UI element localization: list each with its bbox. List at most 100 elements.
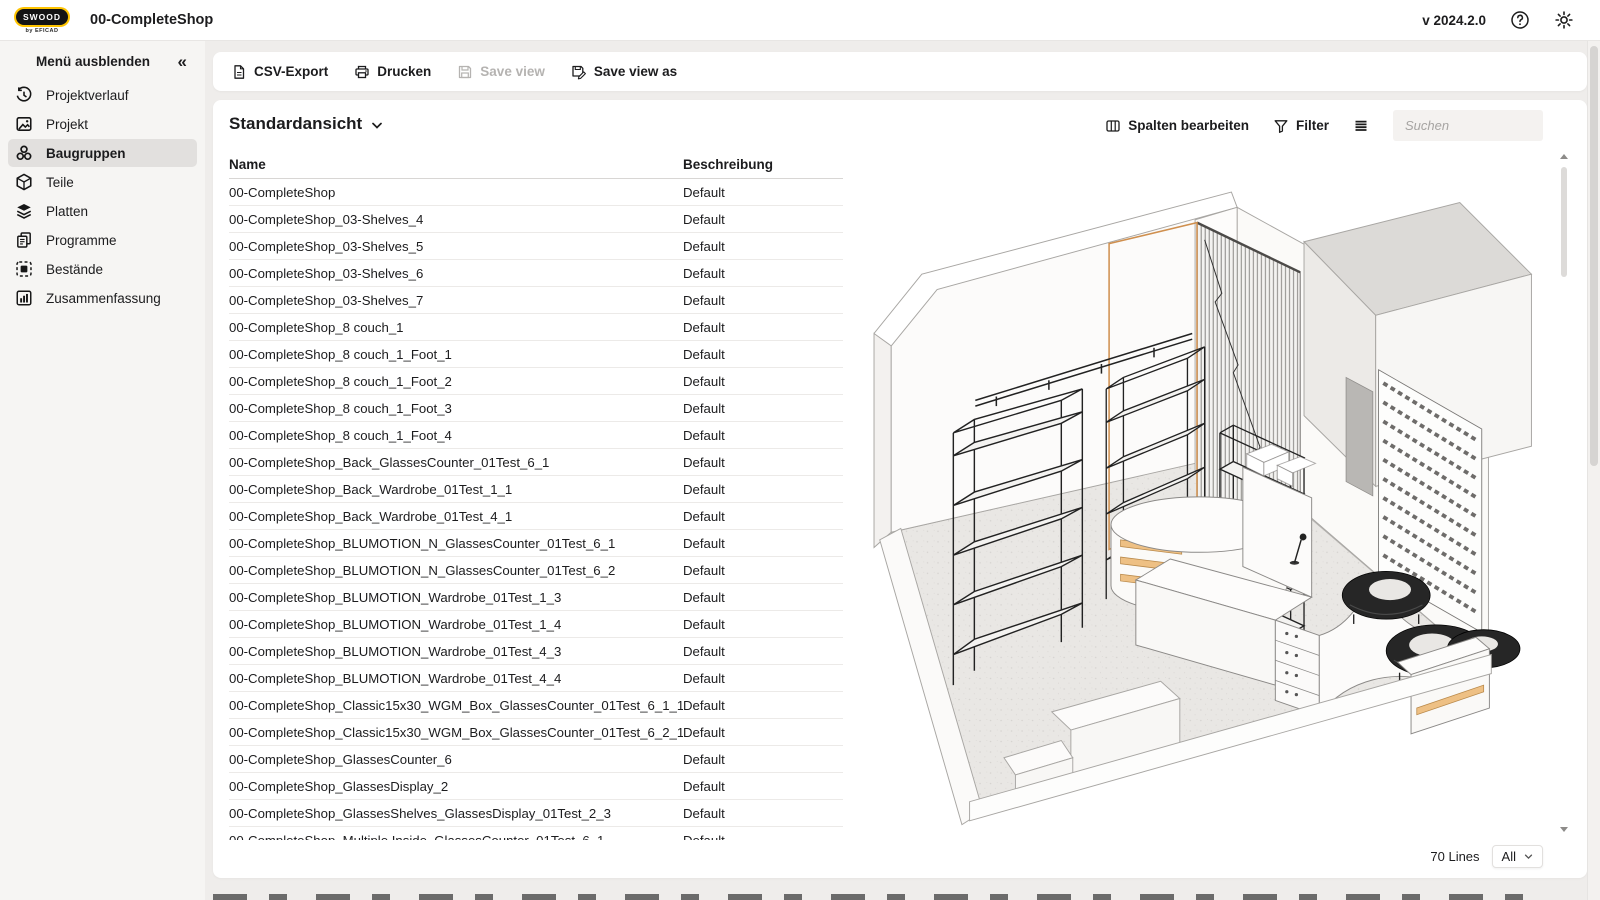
csv-file-icon bbox=[231, 64, 247, 80]
table-row[interactable]: 00-CompleteShop_Classic15x30_WGM_Box_Gla… bbox=[229, 692, 843, 719]
row-description: Default bbox=[683, 725, 725, 740]
sidebar-item-projektverlauf[interactable]: Projektverlauf bbox=[8, 81, 197, 109]
printer-icon bbox=[354, 64, 370, 80]
column-header-name: Name bbox=[229, 157, 683, 172]
row-description: Default bbox=[683, 401, 725, 416]
collapse-sidebar-icon[interactable]: « bbox=[178, 53, 191, 70]
table-row[interactable]: 00-CompleteShop_Back_Wardrobe_01Test_1_1… bbox=[229, 476, 843, 503]
filter-button[interactable]: Filter bbox=[1273, 118, 1329, 134]
shop-3d-viewport[interactable] bbox=[853, 150, 1541, 838]
sidebar-item-baugruppen[interactable]: Baugruppen bbox=[8, 139, 197, 167]
save-as-icon bbox=[571, 64, 587, 80]
save-view-button[interactable]: Save view bbox=[457, 64, 545, 80]
table-row[interactable]: 00-CompleteShop_03-Shelves_4Default bbox=[229, 206, 843, 233]
columns-icon bbox=[1105, 118, 1121, 134]
table-row[interactable]: 00-CompleteShop_BLUMOTION_N_GlassesCount… bbox=[229, 530, 843, 557]
toolbar-button-label: Drucken bbox=[377, 64, 431, 79]
row-name: 00-CompleteShop_8 couch_1 bbox=[229, 320, 683, 335]
page-size-value: All bbox=[1502, 849, 1516, 864]
page-scrollbar-thumb[interactable] bbox=[1590, 46, 1598, 466]
table-row[interactable]: 00-CompleteShop_03-Shelves_7Default bbox=[229, 287, 843, 314]
page-scrollbar[interactable] bbox=[1587, 41, 1600, 900]
shop-3d-drawing bbox=[853, 150, 1541, 838]
table-row[interactable]: 00-CompleteShop_Back_Wardrobe_01Test_4_1… bbox=[229, 503, 843, 530]
save-view-as-button[interactable]: Save view as bbox=[571, 64, 677, 80]
layers-icon bbox=[15, 202, 33, 220]
swood-logo: SWOOD by EFICAD bbox=[14, 7, 70, 34]
row-description: Default bbox=[683, 590, 725, 605]
table-row[interactable]: 00-CompleteShopDefault bbox=[229, 179, 843, 206]
row-description: Default bbox=[683, 455, 725, 470]
sidebar-item-projekt[interactable]: Projekt bbox=[8, 110, 197, 138]
table-row[interactable]: 00-CompleteShop_8 couch_1_Foot_2Default bbox=[229, 368, 843, 395]
row-name: 00-CompleteShop_BLUMOTION_Wardrobe_01Tes… bbox=[229, 671, 683, 686]
table-row[interactable]: 00-CompleteShop_03-Shelves_6Default bbox=[229, 260, 843, 287]
row-description: Default bbox=[683, 698, 725, 713]
chevron-down-icon bbox=[1524, 854, 1533, 860]
filter-icon bbox=[1273, 118, 1289, 134]
table-row[interactable]: 00-CompleteShop_Multiple Inside_GlassesC… bbox=[229, 827, 843, 840]
row-name: 00-CompleteShop_8 couch_1_Foot_1 bbox=[229, 347, 683, 362]
help-icon[interactable] bbox=[1510, 10, 1530, 30]
search-input[interactable] bbox=[1393, 110, 1543, 141]
row-name: 00-CompleteShop_BLUMOTION_N_GlassesCount… bbox=[229, 536, 683, 551]
row-name: 00-CompleteShop_03-Shelves_4 bbox=[229, 212, 683, 227]
table-row[interactable]: 00-CompleteShop_BLUMOTION_Wardrobe_01Tes… bbox=[229, 638, 843, 665]
assemblies-table: Name Beschreibung 00-CompleteShopDefault… bbox=[229, 150, 843, 840]
row-description: Default bbox=[683, 320, 725, 335]
sidebar-item-label: Projektverlauf bbox=[46, 88, 129, 103]
toolbar-button-label: Save view as bbox=[594, 64, 677, 79]
table-row[interactable]: 00-CompleteShop_8 couch_1_Foot_4Default bbox=[229, 422, 843, 449]
lines-count-label: 70 Lines bbox=[1430, 849, 1479, 864]
view-name: Standardansicht bbox=[229, 114, 362, 134]
row-name: 00-CompleteShop_Back_Wardrobe_01Test_4_1 bbox=[229, 509, 683, 524]
table-row[interactable]: 00-CompleteShop_8 couch_1Default bbox=[229, 314, 843, 341]
row-name: 00-CompleteShop_GlassesShelves_GlassesDi… bbox=[229, 806, 683, 821]
sidebar-item-label: Bestände bbox=[46, 262, 103, 277]
sidebar-item-best-nde[interactable]: Bestände bbox=[8, 255, 197, 283]
table-row[interactable]: 00-CompleteShop_BLUMOTION_Wardrobe_01Tes… bbox=[229, 611, 843, 638]
sidebar-item-platten[interactable]: Platten bbox=[8, 197, 197, 225]
assemblies-panel: Standardansicht Spalten bearbeiten Filte… bbox=[213, 100, 1587, 878]
table-row[interactable]: 00-CompleteShop_BLUMOTION_Wardrobe_01Tes… bbox=[229, 665, 843, 692]
logo-subtext: by EFICAD bbox=[14, 28, 70, 34]
table-row[interactable]: 00-CompleteShop_03-Shelves_5Default bbox=[229, 233, 843, 260]
edit-columns-button[interactable]: Spalten bearbeiten bbox=[1105, 118, 1249, 134]
scrollbar-thumb[interactable] bbox=[1561, 167, 1567, 277]
table-row[interactable]: 00-CompleteShop_8 couch_1_Foot_1Default bbox=[229, 341, 843, 368]
row-name: 00-CompleteShop_GlassesDisplay_2 bbox=[229, 779, 683, 794]
table-row[interactable]: 00-CompleteShop_GlassesDisplay_2Default bbox=[229, 773, 843, 800]
save-icon bbox=[457, 64, 473, 80]
table-row[interactable]: 00-CompleteShop_BLUMOTION_Wardrobe_01Tes… bbox=[229, 584, 843, 611]
view-selector[interactable]: Standardansicht bbox=[229, 114, 383, 134]
summary-chart-icon bbox=[15, 289, 33, 307]
menu-collapse-label: Menü ausblenden bbox=[36, 54, 150, 69]
page-size-select[interactable]: All bbox=[1492, 845, 1543, 868]
scroll-down-arrow-icon[interactable] bbox=[1560, 827, 1568, 832]
row-name: 00-CompleteShop_Classic15x30_WGM_Box_Gla… bbox=[229, 698, 683, 713]
row-name: 00-CompleteShop_03-Shelves_7 bbox=[229, 293, 683, 308]
row-name: 00-CompleteShop_8 couch_1_Foot_4 bbox=[229, 428, 683, 443]
row-density-button[interactable] bbox=[1353, 118, 1369, 134]
table-row[interactable]: 00-CompleteShop_GlassesCounter_6Default bbox=[229, 746, 843, 773]
sidebar-item-zusammenfassung[interactable]: Zusammenfassung bbox=[8, 284, 197, 312]
filter-label: Filter bbox=[1296, 118, 1329, 133]
row-description: Default bbox=[683, 482, 725, 497]
gear-icon[interactable] bbox=[1554, 10, 1574, 30]
row-name: 00-CompleteShop_BLUMOTION_Wardrobe_01Tes… bbox=[229, 644, 683, 659]
row-description: Default bbox=[683, 185, 725, 200]
table-row[interactable]: 00-CompleteShop_8 couch_1_Foot_3Default bbox=[229, 395, 843, 422]
scroll-up-arrow-icon[interactable] bbox=[1560, 154, 1568, 159]
sidebar-item-programme[interactable]: Programme bbox=[8, 226, 197, 254]
row-description: Default bbox=[683, 617, 725, 632]
table-row[interactable]: 00-CompleteShop_Back_GlassesCounter_01Te… bbox=[229, 449, 843, 476]
table-row[interactable]: 00-CompleteShop_Classic15x30_WGM_Box_Gla… bbox=[229, 719, 843, 746]
table-row[interactable]: 00-CompleteShop_GlassesShelves_GlassesDi… bbox=[229, 800, 843, 827]
drucken-button[interactable]: Drucken bbox=[354, 64, 431, 80]
row-name: 00-CompleteShop_BLUMOTION_N_GlassesCount… bbox=[229, 563, 683, 578]
table-scrollbar[interactable] bbox=[1559, 154, 1569, 832]
sidebar-item-teile[interactable]: Teile bbox=[8, 168, 197, 196]
table-row[interactable]: 00-CompleteShop_BLUMOTION_N_GlassesCount… bbox=[229, 557, 843, 584]
stock-icon bbox=[15, 260, 33, 278]
csv-export-button[interactable]: CSV-Export bbox=[231, 64, 328, 80]
